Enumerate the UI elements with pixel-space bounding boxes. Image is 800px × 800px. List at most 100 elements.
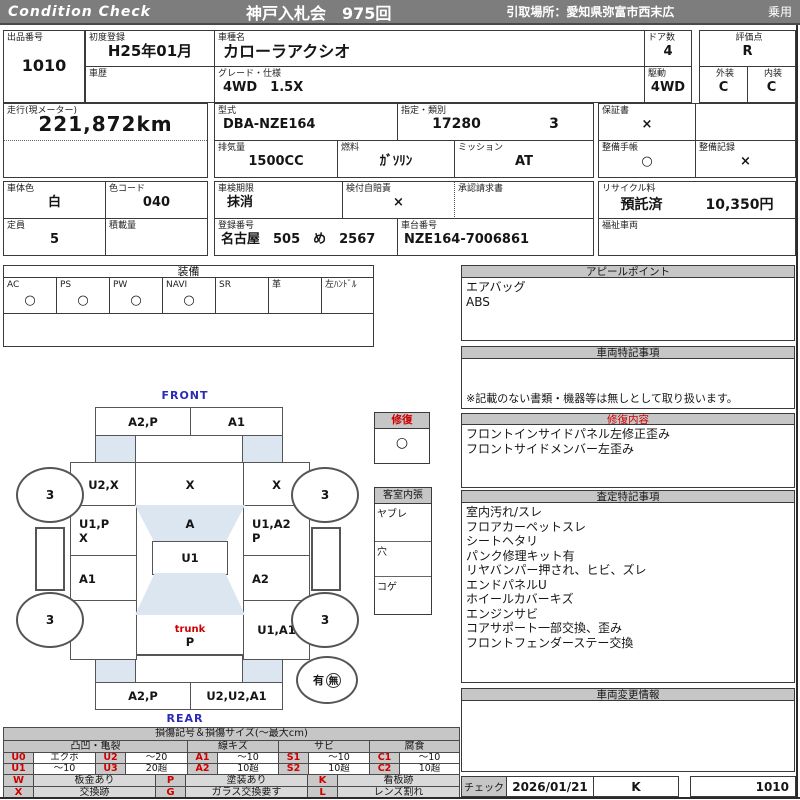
load-capacity-cell: 積載量 bbox=[105, 218, 208, 256]
trunk-label: trunk bbox=[174, 624, 206, 635]
maintenance-book-label: 整備手帳 bbox=[602, 143, 639, 153]
chassis-number-label: 車台番号 bbox=[401, 221, 438, 231]
legend-code: U3 bbox=[95, 763, 126, 775]
inspection-cell: 車検期限 抹消 bbox=[214, 181, 343, 219]
legend-size: 10超 bbox=[217, 763, 279, 775]
inspection-value: 抹消 bbox=[227, 195, 254, 210]
mark-code: W bbox=[3, 774, 34, 787]
appeal-box: エアバッグ ABS bbox=[461, 277, 795, 341]
class-number-value2: 3 bbox=[549, 116, 559, 132]
lot-number-value: 1010 bbox=[21, 56, 67, 75]
appeal-line: エアバッグ bbox=[466, 280, 526, 294]
door-left-front-code1: U1,P bbox=[79, 517, 110, 531]
equipment-lhd: 左ﾊﾝﾄﾞﾙ bbox=[321, 277, 374, 314]
welfare-vehicle-label: 福祉車両 bbox=[602, 221, 639, 231]
equipment-lhd-label: 左ﾊﾝﾄﾞﾙ bbox=[325, 280, 357, 290]
front-bumper-left: A2,P bbox=[95, 407, 191, 436]
fuel-label: 燃料 bbox=[341, 143, 360, 153]
inspection-label: 車検期限 bbox=[218, 184, 255, 194]
equipment-navi: NAVI ○ bbox=[162, 277, 216, 314]
score-label: 評価点 bbox=[735, 33, 763, 43]
assessment-box: 室内汚れ/スレ フロアカーペットスレ シートヘタリ パンク修理キット有 リヤバン… bbox=[461, 502, 795, 683]
assessment-line: パンク修理キット有 bbox=[466, 548, 575, 563]
assessment-line: シートヘタリ bbox=[466, 534, 539, 548]
warranty-cell: 保証書 × bbox=[598, 103, 696, 141]
welfare-vehicle-cell: 福祉車両 bbox=[598, 218, 796, 256]
legend-size: 20超 bbox=[125, 763, 188, 775]
hood: X bbox=[135, 462, 245, 507]
registration-number-label: 登録番号 bbox=[218, 221, 255, 231]
fuel-cell: 燃料 ｶﾞｿﾘﾝ bbox=[337, 140, 455, 178]
equipment-navi-label: NAVI bbox=[166, 280, 188, 290]
tire-front-left: 3 bbox=[16, 467, 84, 523]
maintenance-record-cell: 整備記録 × bbox=[695, 140, 796, 178]
grade-cell: グレード・仕様 4WD 1.5X bbox=[214, 66, 645, 103]
class-number-cell: 指定・類別 17280 3 bbox=[397, 103, 594, 141]
spare-tire-no-circled: 無 bbox=[326, 672, 341, 688]
cabin-interior-row-hole: 穴 bbox=[375, 541, 431, 576]
assessment-line: フロアカーペットスレ bbox=[466, 519, 587, 534]
repair-line: フロントサイドメンバー左歪み bbox=[466, 441, 635, 456]
rear-window bbox=[135, 573, 245, 615]
drive-cell: 駆動 4WD bbox=[644, 66, 692, 103]
drive-label: 駆動 bbox=[648, 69, 667, 79]
door-left-front-code2: X bbox=[79, 531, 88, 545]
chassis-number-value: NZE164-7006861 bbox=[404, 232, 530, 247]
recycle-fee-status: 預託済 bbox=[620, 197, 663, 213]
transmission-value: AT bbox=[515, 154, 533, 169]
legend-code: C1 bbox=[369, 752, 400, 764]
car-body-outline: U2,X X X U1,P X A1 U1,A2 P A2 U1,A1 A U1… bbox=[70, 462, 310, 660]
rear-bumper-left: A2,P bbox=[95, 682, 191, 710]
check-inspector: K bbox=[593, 776, 679, 797]
repair-flag-box: 修復 ○ bbox=[374, 412, 430, 464]
vehicle-category: 乗用 bbox=[767, 5, 792, 19]
capacity-label: 定員 bbox=[7, 221, 26, 231]
color-code-label: 色コード bbox=[109, 184, 146, 194]
history-cell: 車歴 bbox=[85, 66, 215, 103]
trunk-code: P bbox=[185, 635, 195, 649]
first-registration-value: H25年01月 bbox=[107, 42, 193, 60]
spare-tire-indicator: 有 無 bbox=[296, 656, 358, 704]
legend-size: 10超 bbox=[308, 763, 370, 775]
exterior-grade-value: C bbox=[718, 80, 729, 95]
legend-size: 〜10 bbox=[33, 763, 96, 775]
grade-value: 4WD 1.5X bbox=[223, 80, 304, 95]
trunk: trunk P bbox=[135, 615, 245, 658]
model-code-label: 型式 bbox=[218, 106, 237, 116]
door-left-rear: A1 bbox=[70, 555, 137, 602]
displacement-cell: 排気量 1500CC bbox=[214, 140, 338, 178]
legend-code: S1 bbox=[278, 752, 309, 764]
cabin-interior-title: 客室内張 bbox=[375, 488, 431, 504]
equipment-navi-value: ○ bbox=[183, 293, 195, 308]
lot-number-cell: 出品番号 1010 bbox=[3, 30, 85, 103]
score-cell: 評価点 R bbox=[699, 30, 796, 67]
tire-rear-right: 3 bbox=[291, 592, 359, 648]
body-color-label: 車体色 bbox=[7, 184, 35, 194]
recycle-fee-amount: 10,350円 bbox=[705, 197, 774, 213]
windshield: A bbox=[135, 505, 245, 543]
sheet-right-edge bbox=[796, 25, 798, 798]
interior-grade-value: C bbox=[766, 80, 777, 95]
cabin-interior-box: 客室内張 ヤブレ 穴 コゲ bbox=[374, 487, 432, 615]
capacity-value: 5 bbox=[49, 232, 60, 247]
taillight-left bbox=[95, 656, 136, 683]
insurance-value: × bbox=[393, 195, 404, 210]
legend-code: C2 bbox=[369, 763, 400, 775]
load-capacity-label: 積載量 bbox=[109, 221, 137, 231]
appeal-line: ABS bbox=[466, 294, 490, 309]
approval-cell: 承認請求書 bbox=[454, 181, 594, 219]
maintenance-book-value: ○ bbox=[641, 154, 653, 169]
legend-size: 〜10 bbox=[399, 752, 460, 764]
mark-code: P bbox=[155, 774, 186, 787]
equipment-sr: SR bbox=[215, 277, 269, 314]
legend-code: U1 bbox=[3, 763, 34, 775]
door-right-rear: A2 bbox=[243, 555, 310, 602]
model-name-cell: 車種名 カローラアクシオ bbox=[214, 30, 645, 67]
equipment-pw-label: PW bbox=[113, 280, 128, 290]
door-left-rear-code: A1 bbox=[79, 571, 96, 586]
doors-value: 4 bbox=[663, 44, 673, 59]
body-color-cell: 車体色 白 bbox=[3, 181, 106, 219]
exterior-grade-cell: 外装 C bbox=[699, 66, 748, 103]
interior-grade-cell: 内装 C bbox=[747, 66, 796, 103]
mirror-right bbox=[311, 527, 341, 591]
